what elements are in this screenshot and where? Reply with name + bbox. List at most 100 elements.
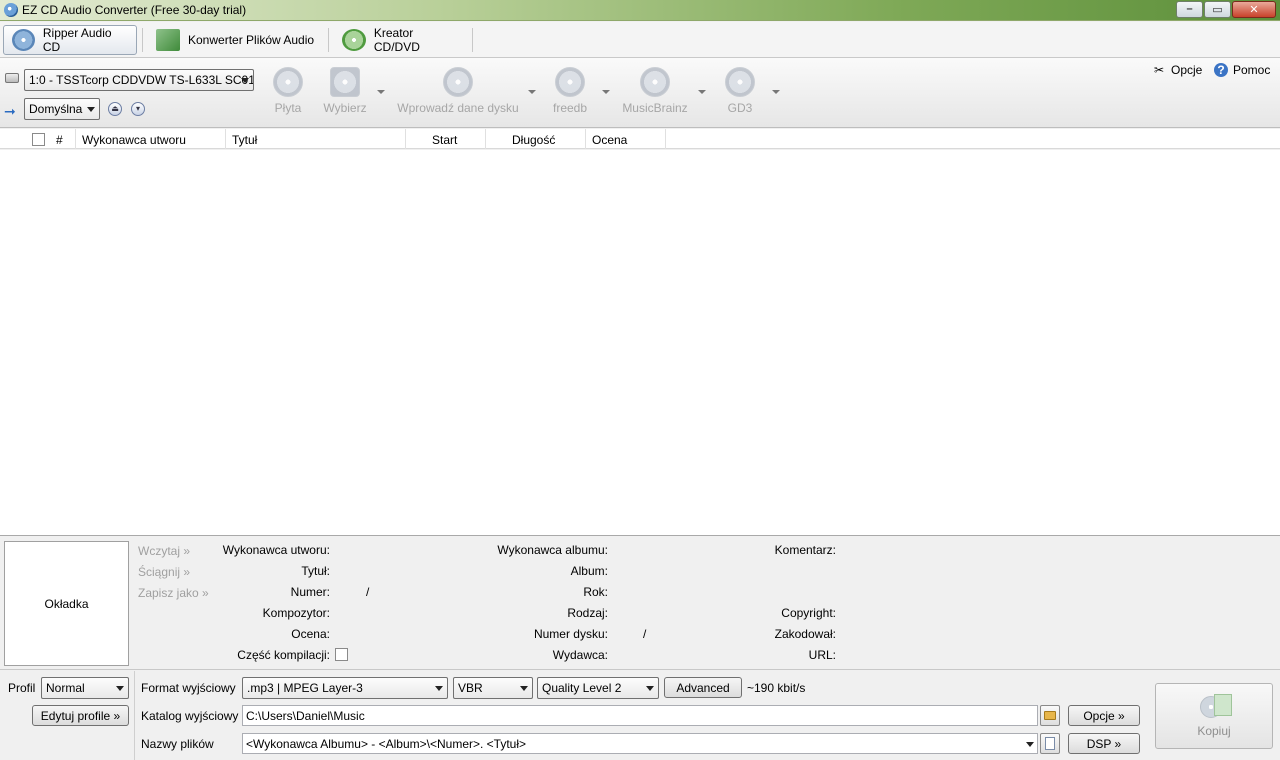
tools-icon: ✂ (1153, 63, 1165, 77)
profile-select-value: Normal (46, 681, 85, 695)
select-dropdown-arrow[interactable] (377, 90, 385, 94)
drive-select[interactable]: 1:0 - TSSTcorp CDDVDW TS-L633L SC01 (24, 69, 254, 91)
enter-disc-data-dropdown-arrow[interactable] (528, 90, 536, 94)
close-tray-button[interactable]: ▾ (131, 102, 145, 116)
column-title[interactable]: Tytuł (226, 129, 406, 149)
file-names-input[interactable]: <Wykonawca Albumu> - <Album>\<Numer>. <T… (242, 733, 1038, 754)
copyright-label: Copyright: (781, 606, 836, 620)
compilation-label: Część kompilacji: (237, 648, 330, 662)
tab-label: Ripper Audio CD (42, 26, 112, 54)
drive-select-value: 1:0 - TSSTcorp CDDVDW TS-L633L SC01 (29, 73, 254, 87)
chevron-down-icon (435, 686, 443, 691)
close-icon: ✕ (1249, 4, 1259, 16)
comment-label: Komentarz: (774, 543, 836, 557)
tool-label: Płyta (274, 101, 302, 115)
album-label: Album: (570, 564, 608, 578)
app-icon (4, 3, 18, 17)
output-directory-label: Katalog wyjściowy (141, 709, 239, 723)
tab-cd-dvd-creator[interactable]: Kreator CD/DVD (334, 25, 470, 55)
browse-folder-button[interactable] (1040, 705, 1060, 726)
bitrate-mode-value: VBR (458, 681, 483, 695)
load-link[interactable]: Wczytaj » (138, 544, 190, 558)
preset-select[interactable]: Domyślna (24, 98, 100, 120)
copy-button[interactable]: Kopiuj (1155, 683, 1273, 749)
dsp-button[interactable]: DSP » (1068, 733, 1140, 754)
advanced-button[interactable]: Advanced (664, 677, 742, 698)
genre-label: Rodzaj: (567, 606, 608, 620)
column-rating[interactable]: Ocena (586, 129, 666, 149)
tool-label: freedb (552, 101, 588, 115)
edit-file-names-button[interactable] (1040, 733, 1060, 754)
output-format-select[interactable]: .mp3 | MPEG Layer-3 (242, 677, 448, 699)
cover-art[interactable]: Okładka (4, 541, 129, 666)
tab-audio-file-converter[interactable]: Konwerter Plików Audio (148, 25, 324, 55)
edit-profiles-button[interactable]: Edytuj profile » (32, 705, 129, 726)
publisher-label: Wydawca: (552, 648, 608, 662)
gd3-button[interactable]: GD3 (720, 67, 760, 115)
composer-label: Kompozytor: (262, 606, 330, 620)
disc-tool-button[interactable]: Płyta (266, 67, 310, 115)
close-button[interactable]: ✕ (1232, 1, 1276, 18)
profile-select[interactable]: Normal (41, 677, 129, 699)
tool-label: MusicBrainz (622, 101, 688, 115)
select-all-checkbox[interactable] (32, 133, 45, 146)
minimize-icon: – (1186, 3, 1193, 15)
number-separator: / (366, 585, 370, 599)
directory-options-button[interactable]: Opcje » (1068, 705, 1140, 726)
chevron-down-icon (646, 686, 654, 691)
column-start[interactable]: Start (406, 129, 486, 149)
maximize-button[interactable]: ▭ (1204, 1, 1231, 18)
musicbrainz-dropdown-arrow[interactable] (698, 90, 706, 94)
column-length[interactable]: Długość (486, 129, 586, 149)
enter-disc-data-button[interactable]: Wprowadź dane dysku (396, 67, 520, 115)
track-list[interactable] (0, 150, 1280, 536)
options-link[interactable]: ✂ Opcje (1152, 63, 1202, 77)
select-tool-button[interactable]: Wybierz (318, 67, 372, 115)
title-label: Tytuł: (301, 564, 330, 578)
output-format-label: Format wyjściowy (141, 681, 236, 695)
tab-label: Konwerter Plików Audio (188, 33, 315, 47)
compilation-checkbox[interactable] (335, 648, 348, 661)
freedb-dropdown-arrow[interactable] (602, 90, 610, 94)
window-title: EZ CD Audio Converter (Free 30-day trial… (22, 3, 247, 17)
eject-button[interactable]: ⏏ (108, 102, 122, 116)
musicbrainz-button[interactable]: MusicBrainz (620, 67, 690, 115)
album-artist-label: Wykonawca albumu: (497, 543, 608, 557)
file-names-label: Nazwy plików (141, 737, 214, 751)
tab-separator (472, 28, 473, 52)
output-settings: Profil Normal Edytuj profile » Format wy… (0, 671, 1280, 760)
maximize-icon: ▭ (1212, 4, 1223, 16)
mode-tabs: Ripper Audio CD Konwerter Plików Audio K… (0, 22, 1280, 58)
tab-separator (328, 28, 329, 52)
tab-separator (142, 28, 143, 52)
download-link[interactable]: Ściągnij » (138, 565, 190, 579)
cover-art-label: Okładka (44, 596, 89, 611)
chevron-down-icon (87, 107, 95, 112)
output-directory-value: C:\Users\Daniel\Music (246, 709, 365, 723)
edit-disc-icon (443, 67, 473, 97)
freedb-button[interactable]: freedb (546, 67, 594, 115)
help-link[interactable]: ? Pomoc (1214, 63, 1270, 77)
track-artist-label: Wykonawca utworu: (222, 543, 330, 557)
bitrate-estimate: ~190 kbit/s (747, 681, 806, 695)
minimize-button[interactable]: – (1176, 1, 1203, 18)
help-icon: ? (1214, 63, 1228, 77)
drive-icon (5, 73, 19, 83)
chevron-down-icon (520, 686, 528, 691)
rating-label: Ocena: (291, 627, 330, 641)
options-link-label: Opcje (1171, 63, 1203, 77)
tab-ripper-audio-cd[interactable]: Ripper Audio CD (3, 25, 137, 55)
column-number[interactable]: # (50, 129, 76, 149)
save-as-link[interactable]: Zapisz jako » (138, 586, 209, 600)
gd3-dropdown-arrow[interactable] (772, 90, 780, 94)
quality-value: Quality Level 2 (542, 681, 622, 695)
copy-disc-icon (1194, 694, 1234, 720)
output-format-value: .mp3 | MPEG Layer-3 (247, 681, 363, 695)
bitrate-mode-select[interactable]: VBR (453, 677, 533, 699)
column-track-artist[interactable]: Wykonawca utworu (76, 129, 226, 149)
url-label: URL: (808, 648, 836, 662)
metadata-panel: Okładka Wczytaj » Ściągnij » Zapisz jako… (0, 537, 1280, 670)
quality-select[interactable]: Quality Level 2 (537, 677, 659, 699)
arrow-right-icon: ➞ (4, 103, 16, 119)
output-directory-input[interactable]: C:\Users\Daniel\Music (242, 705, 1038, 726)
